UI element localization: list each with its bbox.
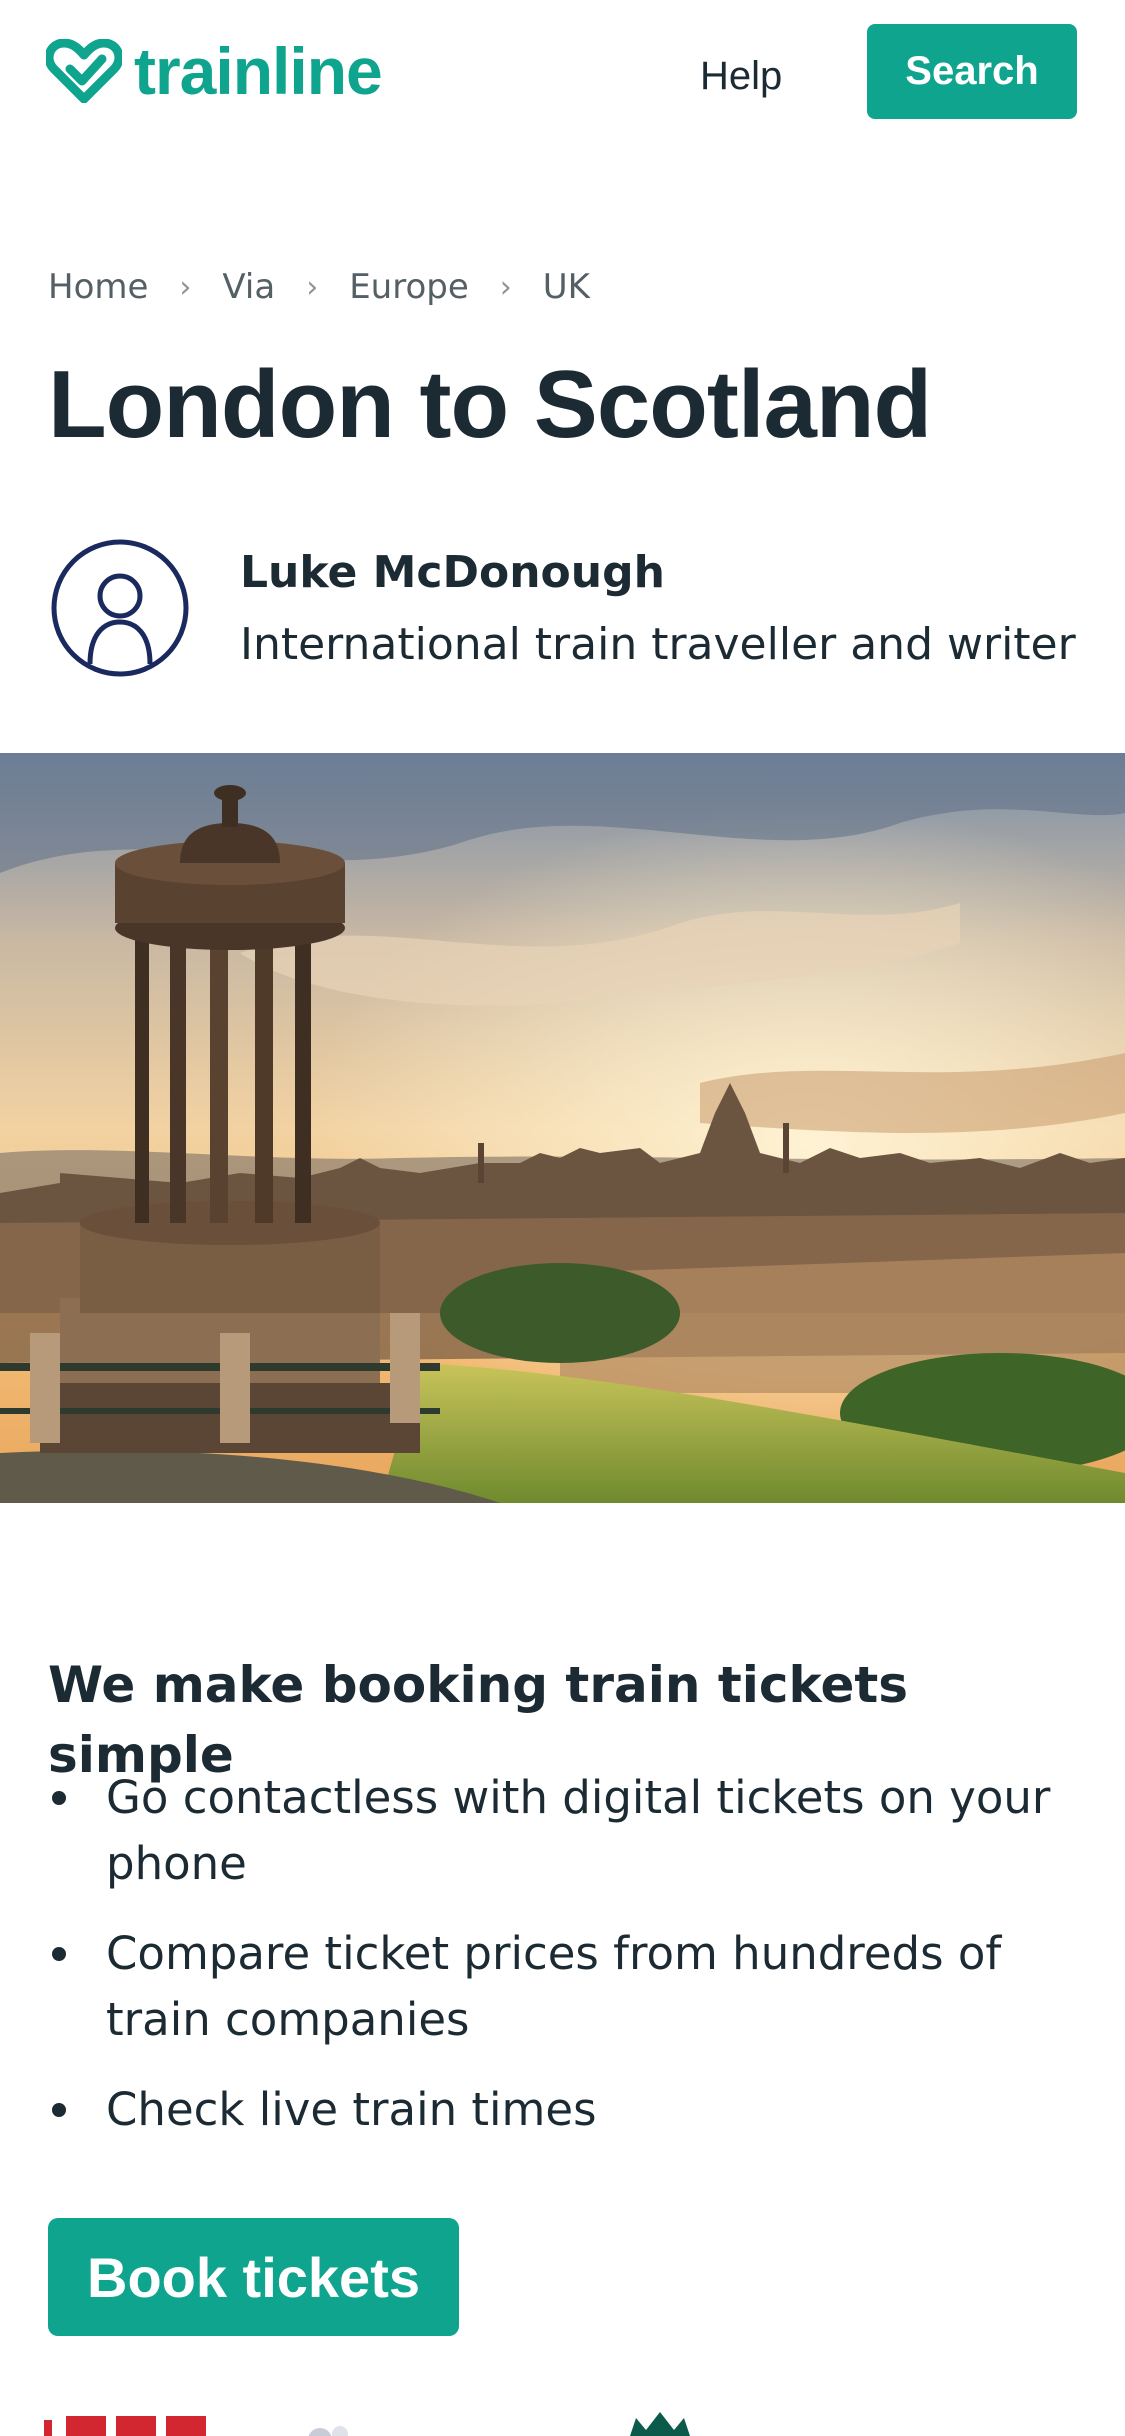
benefit-text: Check live train times xyxy=(106,2083,597,2136)
chevron-right-icon: › xyxy=(499,269,512,305)
breadcrumb-uk[interactable]: UK xyxy=(543,267,590,307)
trainline-heart-check-icon xyxy=(46,39,122,103)
hero-image xyxy=(0,753,1125,1503)
benefit-text: Go contactless with digital tickets on y… xyxy=(106,1771,1051,1890)
bullet-icon xyxy=(52,2103,66,2117)
breadcrumb-via[interactable]: Via xyxy=(222,267,275,307)
breadcrumb-europe[interactable]: Europe xyxy=(349,267,469,307)
benefits-list: Go contactless with digital tickets on y… xyxy=(48,1765,1088,2167)
chevron-right-icon: › xyxy=(306,269,319,305)
search-button[interactable]: Search xyxy=(867,24,1077,119)
author-name: Luke McDonough xyxy=(240,547,665,598)
benefit-item: Compare ticket prices from hundreds of t… xyxy=(48,1921,1088,2053)
benefit-text: Compare ticket prices from hundreds of t… xyxy=(106,1927,1002,2046)
logo-text: trainline xyxy=(134,34,383,108)
page-title: London to Scotland xyxy=(48,351,932,458)
chevron-right-icon: › xyxy=(179,269,192,305)
breadcrumb-home[interactable]: Home xyxy=(48,267,148,307)
bullet-icon xyxy=(52,1791,66,1805)
author-role: International train traveller and writer xyxy=(240,619,1076,670)
bullet-icon xyxy=(52,1947,66,1961)
site-header: trainline Help Search xyxy=(0,0,1125,150)
breadcrumb: Home › Via › Europe › UK xyxy=(48,262,590,312)
book-tickets-button[interactable]: Book tickets xyxy=(48,2218,459,2336)
crown-logo xyxy=(620,2410,720,2436)
user-avatar-icon xyxy=(51,539,189,677)
eurostar-logo xyxy=(300,2410,420,2436)
benefit-item: Go contactless with digital tickets on y… xyxy=(48,1765,1088,1897)
benefit-item: Check live train times xyxy=(48,2077,1088,2143)
lner-logo xyxy=(44,2410,244,2436)
edinburgh-skyline-image xyxy=(0,753,1125,1503)
trainline-logo[interactable]: trainline xyxy=(46,34,383,108)
help-link[interactable]: Help xyxy=(700,48,782,104)
avatar xyxy=(50,538,190,678)
